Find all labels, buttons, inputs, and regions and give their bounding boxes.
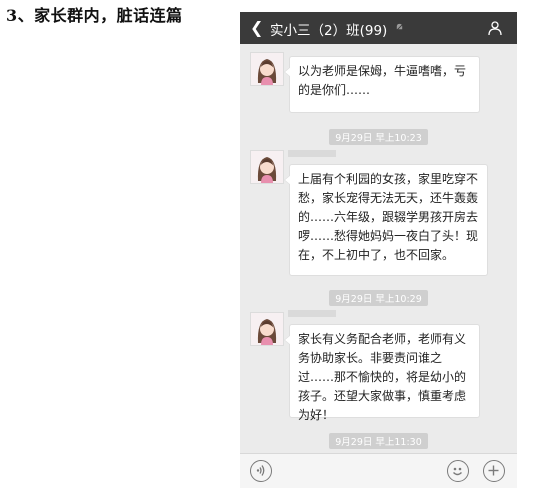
avatar[interactable] [250,52,284,86]
message-text: 以为老师是保姆，牛逼嗜嗜，亏的是你们…… [298,64,467,97]
message-text: 上届有个利园的女孩，家里吃穿不愁，家长宠得无法无天，还牛轰轰的……六年级，跟辍学… [298,172,479,262]
timestamp: 9月29日 早上11:30 [240,430,517,449]
chat-header: ❮ 实小三（2）班(99) [240,12,517,44]
timestamp: 9月29日 早上10:23 [240,126,517,145]
message-bubble: 家长有义务配合老师，老师有义务协助家长。非要责问谁之过……那不愉快的，将是幼小的… [284,324,480,422]
timestamp: 9月29日 早上10:29 [240,287,517,306]
message-bubble: 上届有个利园的女孩，家里吃穿不愁，家长宠得无法无天，还牛轰轰的……六年级，跟辍学… [284,164,488,276]
chat-title: 实小三（2）班(99) [270,23,388,39]
group-people-icon[interactable] [487,20,503,36]
mute-bell-icon [395,23,404,32]
avatar[interactable] [250,150,284,184]
message-text: 家长有义务配合老师，老师有义务协助家长。非要责问谁之过……那不愉快的，将是幼小的… [298,332,467,422]
section-caption: 3、家长群内，脏话连篇 [6,6,183,25]
plus-icon[interactable] [483,460,505,482]
avatar[interactable] [250,312,284,346]
message-bubble: 以为老师是保姆，牛逼嗜嗜，亏的是你们…… [284,56,480,113]
voice-input-icon[interactable] [250,460,272,482]
emoji-icon[interactable] [447,460,469,482]
chevron-left-icon[interactable]: ❮ [250,18,263,37]
input-bar [240,453,517,488]
sender-name-blurred [288,150,336,157]
chat-screen: ❮ 实小三（2）班(99) 以为老师是保姆，牛逼嗜嗜，亏的是你们…… 9月29日… [240,12,517,488]
sender-name-blurred [288,310,336,317]
